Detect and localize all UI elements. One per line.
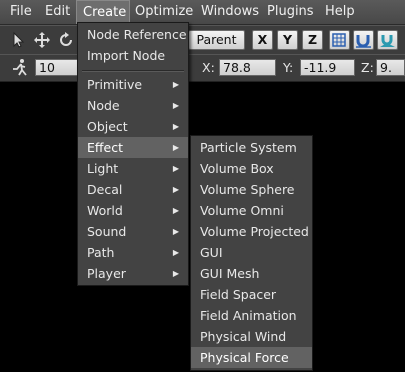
menu-item-volume-sphere[interactable]: Volume Sphere (191, 179, 312, 200)
submenu-arrow-icon: ▶ (172, 185, 179, 194)
effect-submenu: Particle System Volume Box Volume Sphere… (190, 135, 313, 371)
menu-item-volume-projected[interactable]: Volume Projected (191, 221, 312, 242)
run-icon[interactable] (10, 58, 30, 78)
menu-item-volume-omni[interactable]: Volume Omni (191, 200, 312, 221)
values-toolbar: 10 X: 78.8 Y: -11.9 Z: 9. (0, 54, 405, 82)
axis-x-button[interactable]: X (252, 30, 273, 50)
magnet-snap-icon[interactable] (353, 30, 374, 50)
menu-windows[interactable]: Windows (195, 0, 265, 24)
submenu-arrow-icon: ▶ (172, 164, 179, 173)
menu-item-gui-mesh[interactable]: GUI Mesh (191, 263, 312, 284)
menu-create[interactable]: Create (76, 0, 130, 24)
menu-item-object[interactable]: Object ▶ (78, 116, 188, 137)
z-label: Z: (361, 60, 374, 75)
menu-item-player[interactable]: Player ▶ (78, 263, 188, 284)
submenu-arrow-icon: ▶ (172, 248, 179, 257)
menu-item-volume-box[interactable]: Volume Box (191, 158, 312, 179)
menu-plugins[interactable]: Plugins (261, 0, 320, 24)
x-label: X: (202, 60, 215, 75)
select-tool-icon[interactable] (10, 31, 28, 49)
rotate-tool-icon[interactable] (57, 31, 75, 49)
menu-item-decal[interactable]: Decal ▶ (78, 179, 188, 200)
menu-optimize[interactable]: Optimize (129, 0, 199, 24)
step-input[interactable]: 10 (35, 59, 79, 76)
menu-item-physical-force[interactable]: Physical Force (191, 347, 312, 368)
menu-separator (82, 70, 184, 72)
submenu-arrow-icon: ▶ (172, 101, 179, 110)
axis-z-button[interactable]: Z (302, 30, 323, 50)
submenu-arrow-icon: ▶ (172, 269, 179, 278)
grid-snap-icon[interactable] (329, 30, 350, 50)
submenu-arrow-icon: ▶ (172, 143, 179, 152)
menu-item-field-spacer[interactable]: Field Spacer (191, 284, 312, 305)
menu-bar: File Edit Create Optimize Windows Plugin… (0, 0, 405, 25)
submenu-arrow-icon: ▶ (172, 227, 179, 236)
x-input[interactable]: 78.8 (219, 59, 276, 76)
menu-item-gui[interactable]: GUI (191, 242, 312, 263)
submenu-arrow-icon: ▶ (172, 122, 179, 131)
axis-y-button[interactable]: Y (277, 30, 298, 50)
z-input[interactable]: 9. (376, 59, 405, 76)
surface-snap-icon[interactable] (377, 30, 398, 50)
menu-item-effect[interactable]: Effect ▶ (78, 137, 188, 158)
menu-item-particle-system[interactable]: Particle System (191, 137, 312, 158)
transform-toolbar: Parent X Y Z (0, 25, 405, 55)
menu-file[interactable]: File (4, 0, 38, 24)
menu-item-sound[interactable]: Sound ▶ (78, 221, 188, 242)
menu-item-import-node[interactable]: Import Node (78, 45, 188, 66)
submenu-arrow-icon: ▶ (172, 80, 179, 89)
menu-item-primitive[interactable]: Primitive ▶ (78, 74, 188, 95)
menu-edit[interactable]: Edit (39, 0, 76, 24)
y-input[interactable]: -11.9 (300, 59, 355, 76)
move-tool-icon[interactable] (33, 31, 51, 49)
menu-item-node[interactable]: Node ▶ (78, 95, 188, 116)
menu-item-path[interactable]: Path ▶ (78, 242, 188, 263)
create-menu: Node Reference Import Node Primitive ▶ No… (77, 22, 189, 286)
menu-item-light[interactable]: Light ▶ (78, 158, 188, 179)
parent-button[interactable]: Parent (188, 30, 245, 50)
menu-item-world[interactable]: World ▶ (78, 200, 188, 221)
menu-item-node-reference[interactable]: Node Reference (78, 24, 188, 45)
menu-item-field-animation[interactable]: Field Animation (191, 305, 312, 326)
menu-help[interactable]: Help (319, 0, 361, 24)
y-label: Y: (283, 60, 294, 75)
submenu-arrow-icon: ▶ (172, 206, 179, 215)
menu-item-physical-wind[interactable]: Physical Wind (191, 326, 312, 347)
